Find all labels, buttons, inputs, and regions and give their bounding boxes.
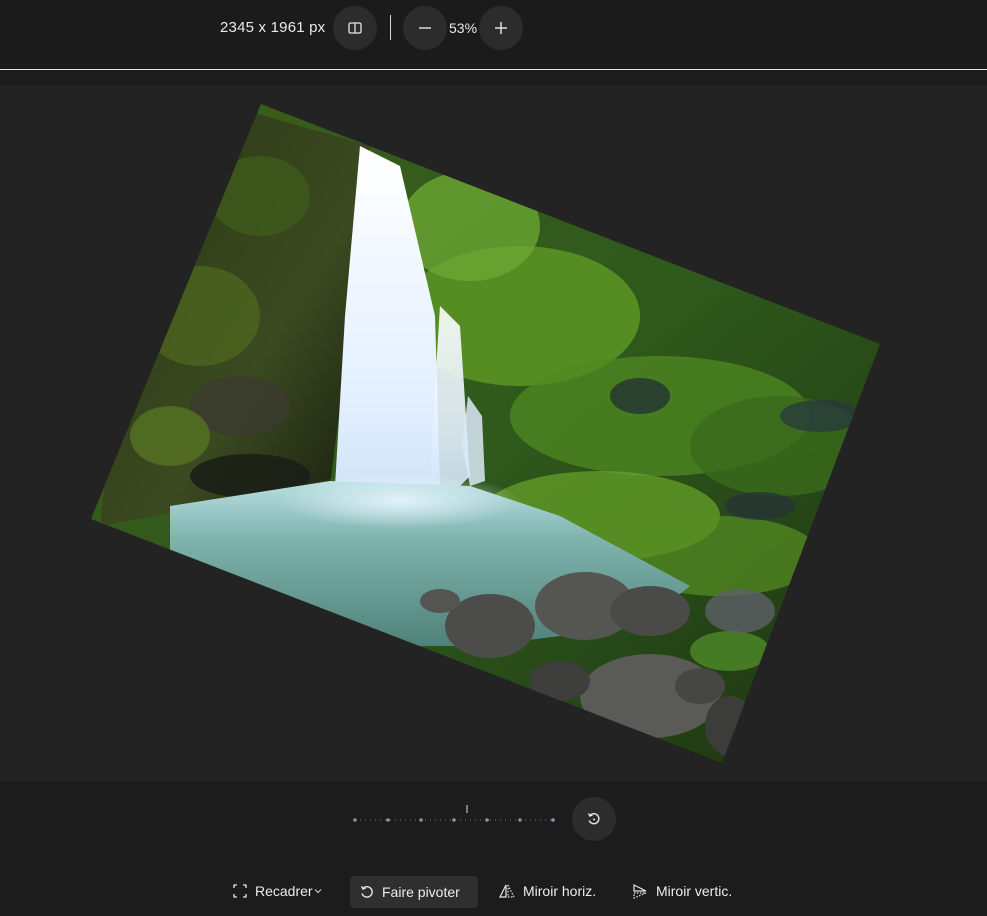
flip-horizontal-icon <box>499 884 515 898</box>
split-view-icon <box>348 22 362 34</box>
rotation-slider[interactable] <box>350 800 560 830</box>
rotated-waterfall-photo[interactable] <box>0 86 987 781</box>
image-canvas[interactable] <box>0 86 987 781</box>
chevron-down-icon <box>314 889 321 894</box>
mirror-horizontal-label: Miroir horiz. <box>523 883 597 899</box>
mirror-vertical-button[interactable]: Miroir vertic. <box>625 875 738 907</box>
crop-label: Recadrer <box>255 883 313 899</box>
rotate-reset-icon <box>587 813 600 825</box>
rotate-label: Faire pivoter <box>382 884 460 900</box>
plus-icon <box>495 22 507 34</box>
rotate-icon <box>360 885 373 898</box>
crop-icon <box>233 884 247 898</box>
minus-icon <box>419 27 431 29</box>
zoom-level: 53% <box>449 20 478 36</box>
flip-vertical-icon <box>633 884 647 899</box>
mirror-vertical-label: Miroir vertic. <box>656 883 733 899</box>
crop-button[interactable]: Recadrer <box>226 875 329 907</box>
reset-rotation-button[interactable] <box>572 797 616 841</box>
toolbar-divider <box>390 15 391 40</box>
zoom-in-button[interactable] <box>479 6 523 50</box>
mirror-horizontal-button[interactable]: Miroir horiz. <box>492 875 602 907</box>
image-dimensions: 2345 x 1961 px <box>220 19 326 36</box>
topbar-divider-line <box>0 69 987 70</box>
top-toolbar: 2345 x 1961 px 53% <box>0 0 987 69</box>
compare-view-button[interactable] <box>333 6 377 50</box>
zoom-out-button[interactable] <box>403 6 447 50</box>
rotate-button[interactable]: Faire pivoter <box>350 876 478 908</box>
